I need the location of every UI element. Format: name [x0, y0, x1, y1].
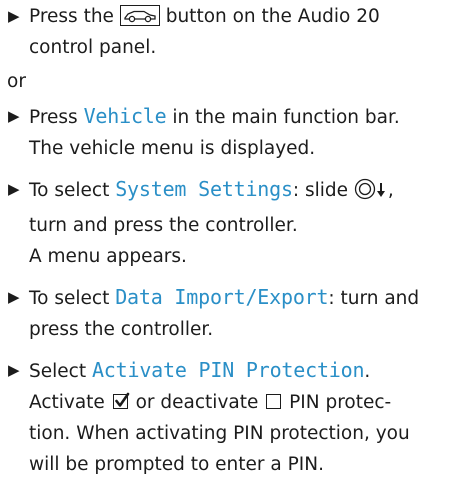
vehicle-menu-item: Vehicle [83, 104, 167, 128]
step-3-line-3: A menu appears. [29, 246, 187, 267]
bullet-icon: ▶ [8, 180, 20, 198]
step-2-line-2: The vehicle menu is displayed. [29, 138, 316, 159]
step-3-line-2: turn and press the controller. [29, 215, 298, 236]
step-5-line-2b: or deactivate [135, 392, 259, 413]
bullet-icon: ▶ [8, 107, 20, 125]
step-3: ▶ To select System Settings: slide , tur… [7, 174, 447, 272]
step-1: ▶ Press the button on the Audio 20 contr… [7, 1, 447, 63]
controller-slide-down-icon [354, 178, 388, 210]
checkbox-unchecked-icon [266, 394, 282, 409]
step-1-prefix: Press the [29, 6, 114, 27]
step-5-line-3: tion. When activating PIN protection, yo… [29, 423, 410, 444]
car-icon [119, 5, 160, 26]
step-5-line-2c: PIN protec- [289, 392, 392, 413]
step-4: ▶ To select Data Import/Export: turn and… [7, 282, 447, 345]
instructions: ▶ Press the button on the Audio 20 contr… [7, 1, 447, 480]
step-3-prefix: To select [29, 180, 110, 201]
step-4-line-2: press the controller. [29, 319, 214, 340]
step-2-suffix: in the main function bar. [172, 107, 400, 128]
bullet-icon: ▶ [8, 288, 20, 306]
system-settings-menu-item: System Settings [115, 177, 293, 201]
step-4-suffix: : turn and [328, 288, 420, 309]
step-3-suffix-2: , [387, 180, 394, 201]
step-2: ▶ Press Vehicle in the main function bar… [7, 101, 447, 164]
bullet-icon: ▶ [8, 7, 20, 25]
activate-pin-protection-menu-item: Activate PIN Protection [91, 358, 365, 382]
step-5-line-4: will be prompted to enter a PIN. [29, 454, 324, 475]
step-4-prefix: To select [29, 288, 110, 309]
step-5-suffix: . [364, 361, 371, 382]
step-3-suffix: : slide [292, 180, 349, 201]
step-5: ▶ Select Activate PIN Protection. Activa… [7, 355, 447, 480]
step-1-suffix: button on the Audio 20 [165, 6, 380, 27]
step-5-prefix: Select [29, 361, 87, 382]
step-5-line-2a: Activate [29, 392, 105, 413]
data-import-export-menu-item: Data Import/Export [115, 285, 329, 309]
bullet-icon: ▶ [8, 361, 20, 379]
step-2-prefix: Press [29, 107, 78, 128]
step-1-line-2: control panel. [29, 37, 157, 58]
or-separator: or [7, 71, 26, 92]
checkbox-checked-icon [112, 392, 130, 409]
